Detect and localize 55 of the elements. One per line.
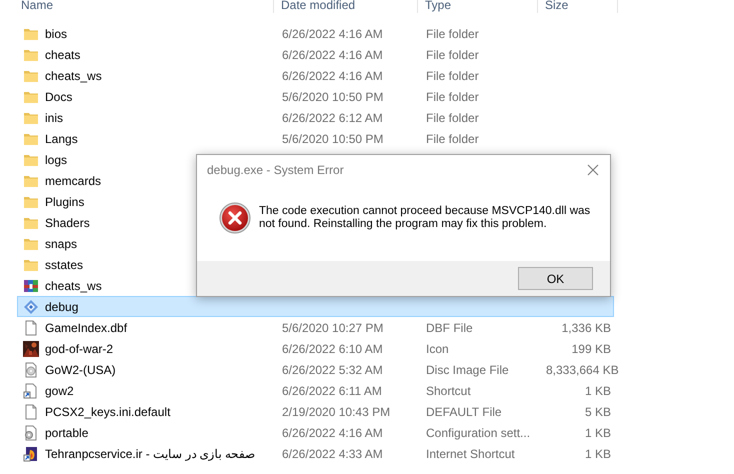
type-cell-text: Internet Shortcut bbox=[425, 446, 516, 460]
date-cell-text: 6/26/2022 6:12 AM bbox=[281, 110, 384, 124]
file-name: inis bbox=[45, 110, 64, 124]
date-cell-text: 5/6/2020 10:50 PM bbox=[281, 132, 384, 146]
file-name: gow2 bbox=[45, 384, 74, 398]
date-cell-text: 6/26/2022 4:33 AM bbox=[281, 446, 384, 460]
date-cell-text: 6/26/2022 4:16 AM bbox=[281, 48, 384, 62]
type-cell-text: File folder bbox=[425, 68, 480, 82]
size-cell-text: 199 KB bbox=[570, 342, 612, 356]
file-name: Plugins bbox=[45, 194, 84, 208]
size-cell-text: 1 KB bbox=[584, 426, 612, 440]
date-cell-text: 6/26/2022 6:11 AM bbox=[281, 384, 383, 398]
type-cell-text: File folder bbox=[425, 90, 480, 104]
type-cell-text: Shortcut bbox=[425, 384, 472, 398]
date-cell-text: 6/26/2022 4:16 AM bbox=[281, 68, 384, 82]
file-name: portable bbox=[45, 426, 88, 440]
type-cell-text: DBF File bbox=[425, 320, 474, 334]
size-cell-text: 1,336 KB bbox=[560, 320, 612, 334]
file-name: bios bbox=[45, 26, 68, 40]
date-cell-text: 5/6/2020 10:50 PM bbox=[281, 90, 384, 104]
file-name: cheats bbox=[45, 48, 80, 62]
error-message: The code execution cannot proceed because MSVCP140.dll was not found. Reinstalling the program may fix this problem. bbox=[259, 205, 592, 231]
file-name: god-of-war-2 bbox=[45, 342, 114, 356]
size-cell-text: 5 KB bbox=[584, 404, 612, 418]
date-cell-text: 5/6/2020 10:27 PM bbox=[281, 320, 384, 334]
type-cell-text: File folder bbox=[425, 132, 480, 146]
file-name: cheats_ws bbox=[45, 278, 102, 292]
date-cell-text: 6/26/2022 5:32 AM bbox=[281, 362, 384, 376]
file-name: cheats_ws bbox=[45, 68, 102, 82]
file-name: Shaders bbox=[45, 216, 90, 230]
file-name: GoW2-(USA) bbox=[45, 362, 116, 376]
type-cell-text: Icon bbox=[425, 342, 450, 356]
file-name: GameIndex.dbf bbox=[45, 320, 128, 334]
file-name: Tehranpcservice.ir - صفحه بازی در سایت bbox=[45, 446, 256, 460]
file-name: snaps bbox=[45, 236, 78, 250]
file-name: PCSX2_keys.ini.default bbox=[45, 404, 170, 418]
size-cell-text: 1 KB bbox=[584, 384, 612, 398]
file-name: sstates bbox=[45, 258, 84, 272]
type-cell-text: File folder bbox=[425, 48, 480, 62]
file-name: Docs bbox=[45, 90, 72, 104]
date-cell-text: 2/19/2020 10:43 PM bbox=[281, 404, 392, 418]
file-name: memcards bbox=[45, 174, 102, 188]
date-cell-text: 6/26/2022 6:10 AM bbox=[281, 342, 384, 356]
type-cell-text: File folder bbox=[425, 26, 480, 40]
type-cell-text: Configuration sett... bbox=[425, 426, 532, 440]
type-cell-text: DEFAULT File bbox=[425, 404, 503, 418]
date-cell-text: 6/26/2022 4:16 AM bbox=[281, 26, 384, 40]
dialog-title: debug.exe - System Error bbox=[207, 163, 344, 177]
file-name: Langs bbox=[45, 132, 78, 146]
file-name: debug bbox=[45, 300, 78, 314]
type-cell-text: File folder bbox=[425, 110, 480, 124]
size-cell-text: 1 KB bbox=[584, 446, 612, 460]
date-cell-text: 6/26/2022 4:16 AM bbox=[281, 426, 384, 440]
file-name: logs bbox=[45, 152, 68, 166]
type-cell-text: Disc Image File bbox=[425, 362, 510, 376]
